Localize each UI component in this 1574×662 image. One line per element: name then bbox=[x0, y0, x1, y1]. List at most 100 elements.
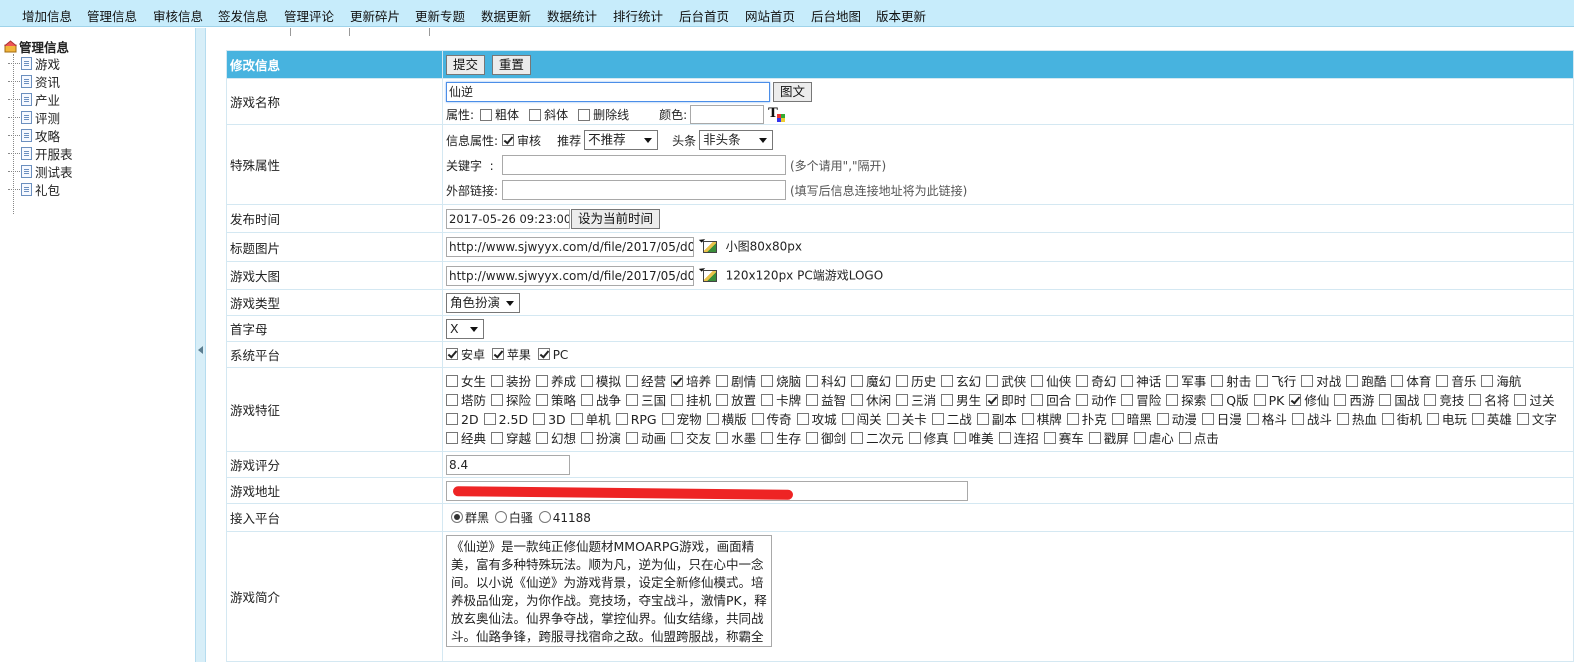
feature-option[interactable]: 卡牌 bbox=[761, 391, 801, 410]
feature-checkbox[interactable] bbox=[841, 413, 854, 425]
feature-checkbox[interactable] bbox=[1253, 394, 1266, 406]
color-picker-icon[interactable]: T bbox=[768, 106, 786, 122]
initial-select[interactable]: X bbox=[446, 318, 484, 339]
access-radio-2[interactable] bbox=[494, 511, 507, 523]
feature-checkbox[interactable] bbox=[986, 375, 999, 387]
feature-checkbox[interactable] bbox=[615, 413, 628, 425]
platform-ios-checkbox[interactable] bbox=[491, 348, 504, 360]
feature-option[interactable]: 科幻 bbox=[806, 372, 846, 391]
submit-button[interactable]: 提交 bbox=[446, 54, 486, 75]
feature-checkbox[interactable] bbox=[1178, 432, 1191, 444]
feature-checkbox[interactable] bbox=[536, 394, 549, 406]
feature-checkbox[interactable] bbox=[931, 413, 944, 425]
feature-checkbox[interactable] bbox=[998, 432, 1011, 444]
feature-option[interactable]: 经营 bbox=[626, 372, 666, 391]
feature-option[interactable]: 3D bbox=[533, 410, 566, 429]
nav-item-6[interactable]: 更新专题 bbox=[415, 6, 465, 25]
score-input[interactable]: 8.4 bbox=[446, 454, 570, 475]
game-address-input[interactable] bbox=[446, 480, 968, 501]
feature-option[interactable]: 二次元 bbox=[851, 429, 904, 448]
nav-item-4[interactable]: 管理评论 bbox=[284, 6, 334, 25]
nav-item-3[interactable]: 签发信息 bbox=[218, 6, 268, 25]
reset-button[interactable]: 重置 bbox=[491, 54, 531, 75]
feature-option[interactable]: 棋牌 bbox=[1021, 410, 1062, 429]
feature-option[interactable]: 暗黑 bbox=[1111, 410, 1152, 429]
feature-checkbox[interactable] bbox=[941, 375, 954, 387]
feature-option[interactable]: 回合 bbox=[1031, 391, 1071, 410]
feature-checkbox[interactable] bbox=[1291, 413, 1304, 425]
bold-checkbox[interactable] bbox=[480, 108, 493, 121]
feature-option[interactable]: 探索 bbox=[1166, 391, 1206, 410]
feature-option[interactable]: 玄幻 bbox=[941, 372, 981, 391]
feature-option[interactable]: 剧情 bbox=[716, 372, 756, 391]
feature-option[interactable]: 交友 bbox=[671, 429, 711, 448]
feature-option[interactable]: 电玩 bbox=[1426, 410, 1467, 429]
feature-option[interactable]: 军事 bbox=[1166, 372, 1206, 391]
nav-item-13[interactable]: 版本更新 bbox=[876, 6, 926, 25]
feature-checkbox[interactable] bbox=[491, 432, 504, 444]
feature-checkbox[interactable] bbox=[1031, 375, 1044, 387]
feature-option[interactable]: 2.5D bbox=[483, 410, 528, 429]
feature-option[interactable]: 唯美 bbox=[953, 429, 994, 448]
feature-checkbox[interactable] bbox=[1246, 413, 1259, 425]
feature-option[interactable]: 战争 bbox=[581, 391, 621, 410]
feature-checkbox[interactable] bbox=[896, 375, 909, 387]
feature-checkbox[interactable] bbox=[671, 394, 684, 406]
feature-checkbox[interactable] bbox=[716, 432, 729, 444]
feature-option[interactable]: 模拟 bbox=[581, 372, 621, 391]
feature-checkbox[interactable] bbox=[751, 413, 764, 425]
feature-checkbox[interactable] bbox=[1121, 375, 1134, 387]
feature-option[interactable]: 格斗 bbox=[1246, 410, 1287, 429]
feature-checkbox[interactable] bbox=[1471, 413, 1484, 425]
sidebar-item-1[interactable]: 资讯 bbox=[8, 73, 60, 90]
feature-option[interactable]: 历史 bbox=[896, 372, 936, 391]
title-pic-input[interactable]: http://www.sjwyyx.com/d/file/2017/05/d02 bbox=[446, 237, 694, 257]
feature-checkbox[interactable] bbox=[1133, 432, 1146, 444]
feature-option[interactable]: 幻想 bbox=[536, 429, 576, 448]
sidebar-splitter[interactable] bbox=[195, 28, 206, 662]
feature-option[interactable]: 二战 bbox=[931, 410, 972, 429]
feature-checkbox[interactable] bbox=[716, 394, 729, 406]
feature-checkbox[interactable] bbox=[908, 432, 921, 444]
feature-option[interactable]: 2D bbox=[446, 410, 479, 429]
feature-checkbox[interactable] bbox=[1076, 375, 1089, 387]
feature-checkbox[interactable] bbox=[581, 375, 594, 387]
sidebar-item-2[interactable]: 产业 bbox=[8, 91, 60, 108]
collapse-arrow-icon[interactable] bbox=[198, 346, 203, 354]
nav-item-2[interactable]: 审核信息 bbox=[153, 6, 203, 25]
feature-checkbox[interactable] bbox=[446, 394, 458, 406]
feature-option[interactable]: 三国 bbox=[626, 391, 666, 410]
feature-option[interactable]: 宠物 bbox=[661, 410, 702, 429]
image-select-icon[interactable] bbox=[702, 241, 717, 253]
feature-option[interactable]: 传奇 bbox=[751, 410, 792, 429]
feature-checkbox[interactable] bbox=[1043, 432, 1056, 444]
feature-option[interactable]: 戳屏 bbox=[1088, 429, 1129, 448]
feature-checkbox[interactable] bbox=[1066, 413, 1079, 425]
feature-option[interactable]: 点击 bbox=[1178, 429, 1219, 448]
feature-option[interactable]: 飞行 bbox=[1256, 372, 1296, 391]
feature-checkbox[interactable] bbox=[851, 394, 864, 406]
feature-option[interactable]: Q版 bbox=[1211, 391, 1249, 410]
feature-checkbox[interactable] bbox=[1166, 375, 1179, 387]
feature-checkbox[interactable] bbox=[1031, 394, 1044, 406]
feature-checkbox[interactable] bbox=[1256, 375, 1269, 387]
feature-checkbox[interactable] bbox=[1336, 413, 1349, 425]
feature-checkbox[interactable] bbox=[1426, 413, 1439, 425]
access-radio-3[interactable] bbox=[538, 511, 551, 523]
feature-option[interactable]: 赛车 bbox=[1043, 429, 1084, 448]
feature-option[interactable]: 男生 bbox=[941, 391, 981, 410]
feature-option[interactable]: 仙侠 bbox=[1031, 372, 1071, 391]
nav-item-0[interactable]: 增加信息 bbox=[22, 6, 72, 25]
feature-option[interactable]: 塔防 bbox=[446, 391, 486, 410]
feature-checkbox[interactable] bbox=[661, 413, 674, 425]
feature-option[interactable]: 女生 bbox=[446, 372, 486, 391]
feature-checkbox[interactable] bbox=[581, 432, 594, 444]
color-input[interactable] bbox=[690, 105, 765, 124]
feature-checkbox[interactable] bbox=[491, 394, 504, 406]
feature-option[interactable]: 装扮 bbox=[491, 372, 531, 391]
feature-option[interactable]: 探险 bbox=[491, 391, 531, 410]
feature-checkbox[interactable] bbox=[1516, 413, 1529, 425]
set-current-time-button[interactable]: 设为当前时间 bbox=[571, 208, 661, 229]
feature-option[interactable]: 放置 bbox=[716, 391, 756, 410]
feature-checkbox[interactable] bbox=[446, 432, 458, 444]
